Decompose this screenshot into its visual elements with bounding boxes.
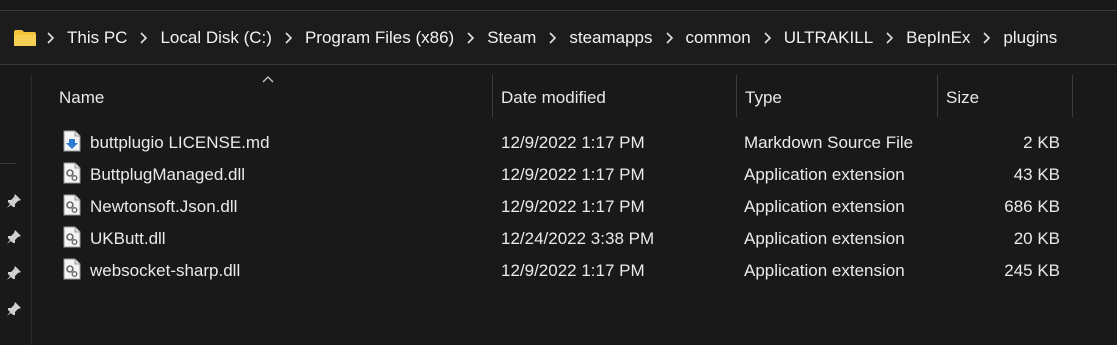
file-name: ButtplugManaged.dll (90, 165, 246, 184)
breadcrumb-label: Steam (487, 27, 537, 47)
file-date-modified: 12/9/2022 1:17 PM (501, 197, 645, 216)
scrollbar-track[interactable] (1108, 120, 1117, 345)
navigation-pane (0, 66, 32, 345)
breadcrumb-item-this-pc[interactable]: This PC (46, 28, 139, 48)
dll-file-icon (63, 258, 81, 280)
breadcrumb-label: BepInEx (906, 27, 971, 47)
file-row[interactable]: buttplugio LICENSE.md 12/9/2022 1:17 PM … (32, 127, 1117, 159)
column-divider[interactable] (1072, 75, 1073, 117)
chevron-right-icon (665, 31, 673, 44)
breadcrumb-item-local-disk[interactable]: Local Disk (C:) (139, 28, 283, 48)
file-name: UKButt.dll (90, 229, 166, 248)
pin-icon[interactable] (6, 265, 22, 281)
breadcrumb-label: steamapps (569, 27, 653, 47)
breadcrumb-item-ultrakill[interactable]: ULTRAKILL (763, 28, 885, 48)
column-header-row: Name Date modified Type Size (32, 75, 1117, 119)
dll-file-icon (63, 162, 81, 184)
file-date-modified: 12/9/2022 1:17 PM (501, 261, 645, 280)
file-type: Markdown Source File (744, 133, 914, 152)
file-size: 2 KB (1023, 133, 1060, 152)
column-header-size[interactable]: Size (938, 75, 1072, 119)
breadcrumb-item-common[interactable]: common (665, 28, 763, 48)
file-list: buttplugio LICENSE.md 12/9/2022 1:17 PM … (32, 127, 1117, 287)
file-size: 245 KB (1004, 261, 1060, 280)
chevron-right-icon (983, 31, 991, 44)
breadcrumb-item-plugins[interactable]: plugins (982, 28, 1069, 48)
column-header-label: Type (745, 88, 782, 107)
file-size: 43 KB (1013, 165, 1060, 184)
breadcrumb: This PC Local Disk (C:) Program Files (x… (46, 28, 1069, 48)
file-size: 20 KB (1013, 229, 1060, 248)
dll-file-icon (63, 194, 81, 216)
file-date-modified: 12/9/2022 1:17 PM (501, 165, 645, 184)
markdown-file-icon (63, 130, 81, 152)
chevron-right-icon (764, 31, 771, 44)
column-header-label: Size (946, 88, 980, 107)
file-type: Application extension (744, 261, 905, 280)
column-header-label: Name (59, 88, 105, 107)
file-row[interactable]: websocket-sharp.dll 12/9/2022 1:17 PM Ap… (32, 255, 1117, 287)
pin-icon[interactable] (6, 229, 22, 245)
chevron-right-icon (467, 31, 475, 44)
file-name: websocket-sharp.dll (90, 261, 241, 280)
column-header-date-modified[interactable]: Date modified (493, 75, 736, 119)
file-row[interactable]: Newtonsoft.Json.dll 12/9/2022 1:17 PM Ap… (32, 191, 1117, 223)
breadcrumb-item-steam[interactable]: Steam (466, 28, 548, 48)
folder-icon (14, 29, 36, 46)
chevron-right-icon (47, 31, 55, 44)
breadcrumb-label: plugins (1003, 27, 1058, 47)
chevron-right-icon (886, 31, 894, 44)
file-type: Application extension (744, 229, 905, 248)
file-row[interactable]: UKButt.dll 12/24/2022 3:38 PM Applicatio… (32, 223, 1117, 255)
file-date-modified: 12/24/2022 3:38 PM (501, 229, 655, 248)
column-header-label: Date modified (501, 88, 606, 107)
dll-file-icon (63, 226, 81, 248)
divider (0, 163, 16, 164)
breadcrumb-label: common (685, 27, 751, 47)
column-header-type[interactable]: Type (737, 75, 937, 119)
file-size: 686 KB (1004, 197, 1060, 216)
column-header-name[interactable]: Name (32, 75, 492, 119)
breadcrumb-item-steamapps[interactable]: steamapps (548, 28, 664, 48)
breadcrumb-item-program-files[interactable]: Program Files (x86) (284, 28, 466, 48)
file-date-modified: 12/9/2022 1:17 PM (501, 133, 645, 152)
pin-icon[interactable] (6, 301, 22, 317)
breadcrumb-item-bepinex[interactable]: BepInEx (885, 28, 982, 48)
breadcrumb-label: Program Files (x86) (304, 27, 455, 47)
address-bar[interactable]: This PC Local Disk (C:) Program Files (x… (0, 10, 1117, 65)
chevron-right-icon (140, 31, 148, 44)
file-row[interactable]: ButtplugManaged.dll 12/9/2022 1:17 PM Ap… (32, 159, 1117, 191)
file-type: Application extension (744, 197, 905, 216)
breadcrumb-label: ULTRAKILL (783, 27, 874, 47)
file-type: Application extension (744, 165, 905, 184)
file-name: Newtonsoft.Json.dll (90, 197, 238, 216)
file-name: buttplugio LICENSE.md (90, 133, 270, 152)
breadcrumb-label: Local Disk (C:) (160, 27, 272, 47)
pin-icon[interactable] (6, 193, 22, 209)
chevron-right-icon (549, 31, 557, 44)
chevron-right-icon (285, 31, 293, 44)
breadcrumb-label: This PC (67, 27, 128, 47)
